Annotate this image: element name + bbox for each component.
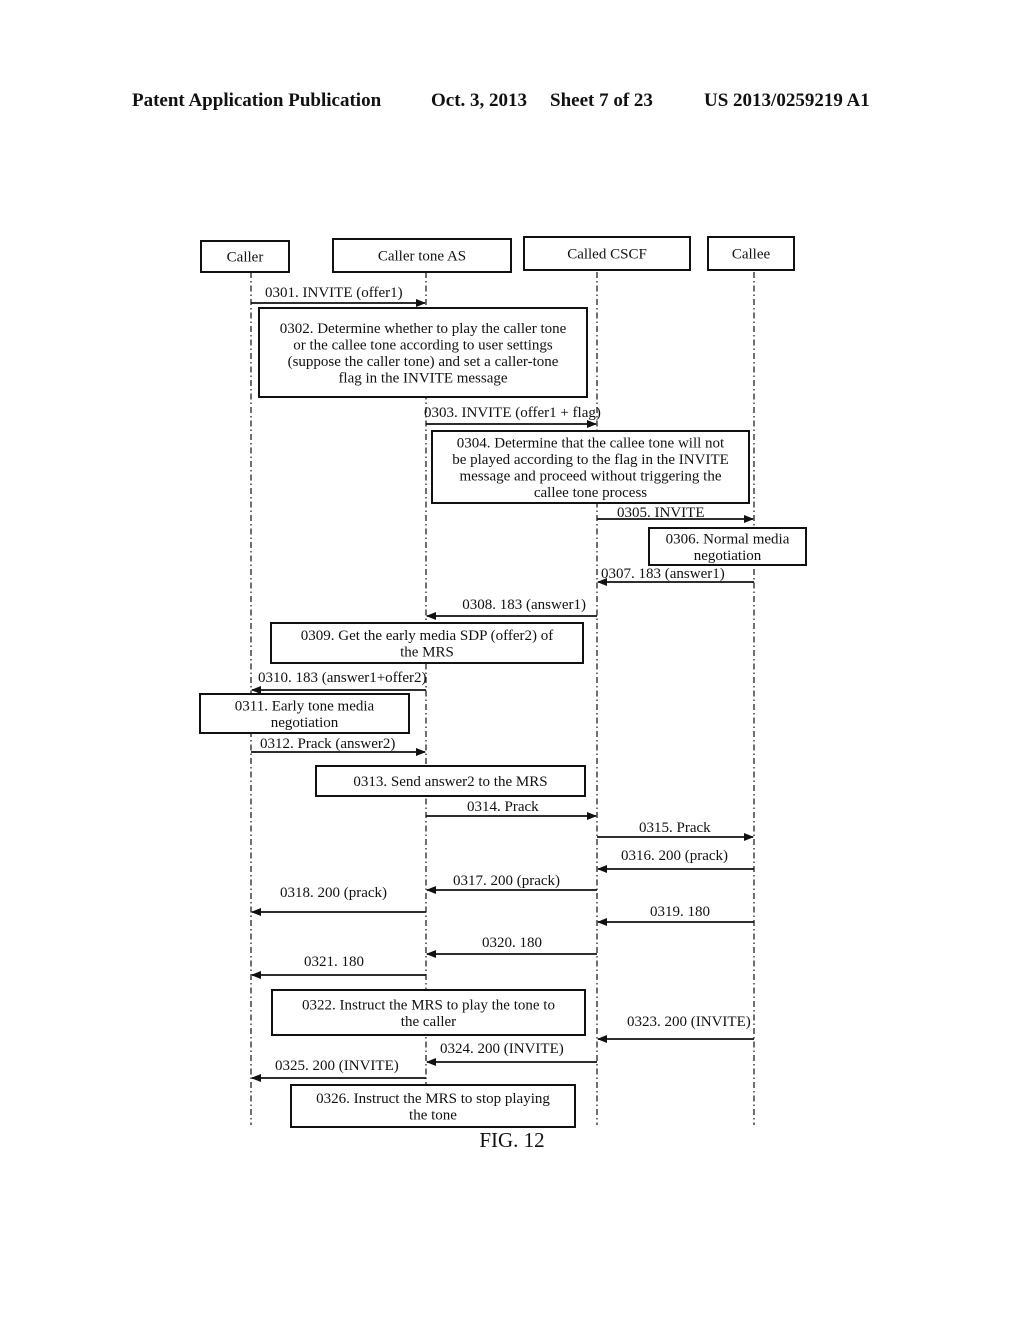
figure-caption: FIG. 12 [479,1128,545,1152]
message-3: 0303. INVITE (offer1 + flag) [424,405,601,428]
participant-label-cscf: Called CSCF [567,247,647,263]
process-box-22: 0322. Instruct the MRS to play the tone … [271,989,586,1036]
message-16: 0316. 200 (prack) [597,848,754,873]
message-21: 0321. 180 [251,954,426,979]
process-box-text-line: the tone [409,1107,457,1123]
process-box-text-line: flag in the INVITE message [338,370,507,386]
participant-label-caller: Caller [227,250,264,266]
message-5: 0305. INVITE [597,505,754,523]
process-box-text-line: message and proceed without triggering t… [459,468,721,484]
message-label: 0316. 200 (prack) [621,848,728,864]
message-label: 0318. 200 (prack) [280,885,387,901]
process-box-text-line: 0309. Get the early media SDP (offer2) o… [301,628,553,644]
process-box-text-line: the caller [401,1014,456,1030]
participant-label-as: Caller tone AS [378,249,466,265]
process-box-text-line: 0311. Early tone media [235,698,375,714]
process-box-6: 0306. Normal medianegotiation [648,527,807,566]
message-label: 0308. 183 (answer1) [462,597,586,613]
process-box-9: 0309. Get the early media SDP (offer2) o… [270,622,584,664]
message-7: 0307. 183 (answer1) [597,566,754,586]
process-box-text-line: the MRS [400,644,454,660]
message-19: 0319. 180 [597,904,754,926]
process-box-text-line: 0302. Determine whether to play the call… [280,321,567,337]
message-label: 0305. INVITE [617,505,704,521]
process-box-text-line: negotiation [694,548,762,564]
message-label: 0301. INVITE (offer1) [265,285,403,301]
process-box-text-line: negotiation [271,715,339,731]
message-17: 0317. 200 (prack) [426,873,597,894]
message-label: 0315. Prack [639,820,711,836]
process-box-13: 0313. Send answer2 to the MRS [315,765,586,797]
message-label: 0323. 200 (INVITE) [627,1014,751,1030]
process-box-text-line: 0313. Send answer2 to the MRS [353,774,547,790]
message-label: 0321. 180 [304,954,364,970]
message-20: 0320. 180 [426,935,597,958]
message-18: 0318. 200 (prack) [251,885,426,916]
message-10: 0310. 183 (answer1+offer2) [251,670,427,694]
message-label: 0325. 200 (INVITE) [275,1058,399,1074]
process-box-4: 0304. Determine that the callee tone wil… [431,430,750,504]
participant-label-callee: Callee [732,247,771,263]
process-box-11: 0311. Early tone medianegotiation [199,693,410,734]
message-label: 0317. 200 (prack) [453,873,560,889]
message-label: 0310. 183 (answer1+offer2) [258,670,427,686]
message-1: 0301. INVITE (offer1) [251,285,426,307]
message-label: 0314. Prack [467,799,539,815]
message-15: 0315. Prack [597,820,754,841]
process-box-26: 0326. Instruct the MRS to stop playingth… [290,1084,576,1128]
process-box-2: 0302. Determine whether to play the call… [258,307,588,398]
message-label: 0307. 183 (answer1) [601,566,725,582]
message-14: 0314. Prack [426,799,597,820]
process-box-text-line: or the callee tone according to user set… [293,337,553,353]
process-box-text-line: 0326. Instruct the MRS to stop playing [316,1091,550,1107]
message-label: 0324. 200 (INVITE) [440,1041,564,1057]
process-box-text-line: (suppose the caller tone) and set a call… [288,354,559,370]
process-box-text-line: 0304. Determine that the callee tone wil… [457,435,725,451]
process-box-text-line: 0306. Normal media [666,531,790,547]
message-25: 0325. 200 (INVITE) [251,1058,426,1082]
message-label: 0303. INVITE (offer1 + flag) [424,405,601,421]
message-12: 0312. Prack (answer2) [251,736,426,756]
message-label: 0319. 180 [650,904,710,920]
process-box-text-line: be played according to the flag in the I… [452,452,729,468]
message-label: 0312. Prack (answer2) [260,736,395,752]
message-23: 0323. 200 (INVITE) [597,1014,754,1043]
process-box-text-line: callee tone process [534,485,647,501]
process-box-text-line: 0322. Instruct the MRS to play the tone … [302,997,555,1013]
message-24: 0324. 200 (INVITE) [426,1041,597,1066]
message-8: 0308. 183 (answer1) [426,597,597,620]
sequence-diagram: Caller Caller tone AS Called CSCF Callee 03… [199,236,807,1128]
message-label: 0320. 180 [482,935,542,951]
